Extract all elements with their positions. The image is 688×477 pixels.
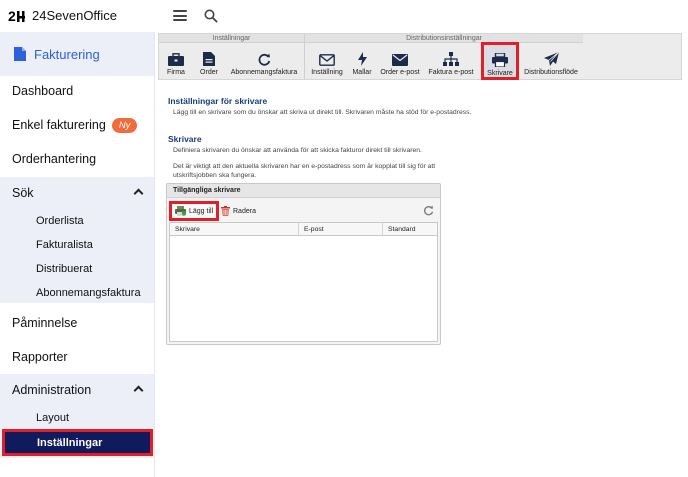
sidebar-subitem-distribuerat[interactable]: Distribuerat	[0, 257, 154, 281]
firma-button[interactable]: Firma	[163, 44, 189, 78]
printers-panel: Tillgängliga skrivare Lägg till Radera S…	[166, 183, 441, 345]
ribbon-group-distribution: Distributionsinställningar Inställning M…	[305, 34, 583, 80]
refresh-icon	[258, 53, 270, 66]
document-icon	[203, 52, 215, 66]
delete-printer-button[interactable]: Radera	[221, 204, 256, 218]
page-description: Lägg till en skrivare som du önskar att …	[173, 109, 472, 116]
sidebar-item-dashboard[interactable]: Dashboard	[0, 75, 154, 107]
column-header-standard[interactable]: Standard	[383, 223, 437, 235]
section-description: Definiera skrivaren du önskar att använd…	[173, 147, 422, 154]
logo-mark-icon: 2	[8, 9, 25, 23]
sidebar-app-label: Fakturering	[34, 46, 100, 62]
document-icon	[14, 47, 26, 61]
main-content: Inställningar för skrivare Lägg till en …	[158, 82, 688, 477]
svg-text:2: 2	[8, 9, 16, 23]
trash-icon	[221, 206, 230, 216]
abonnemangsfaktura-button[interactable]: Abonnemangsfaktura	[227, 44, 301, 78]
sidebar-item-enkel-fakturering[interactable]: Enkel fakturering Ny	[0, 109, 154, 141]
logo-text: 24SevenOffice	[32, 8, 118, 23]
panel-toolbar: Lägg till Radera	[169, 201, 438, 221]
top-bar: 2 24SevenOffice	[0, 0, 688, 32]
section-note: Det är viktigt att den aktuella skrivare…	[173, 163, 436, 179]
ribbon-toolbar: Inställningar Firma Order Abonnemangsfak…	[158, 33, 682, 80]
envelope-icon	[392, 54, 408, 66]
search-icon[interactable]	[204, 9, 218, 23]
sidebar-subitem-layout[interactable]: Layout	[0, 406, 154, 430]
briefcase-icon	[168, 53, 184, 66]
installning-button[interactable]: Inställning	[308, 44, 346, 78]
ribbon-group-title: Inställningar	[159, 34, 304, 43]
sidebar-group-sok: Sök Orderlista Fakturalista Distribuerat…	[0, 177, 154, 303]
new-badge: Ny	[111, 117, 138, 133]
ribbon-group-installningar: Inställningar Firma Order Abonnemangsfak…	[159, 34, 304, 79]
mallar-button[interactable]: Mallar	[350, 44, 374, 78]
sitemap-icon	[443, 52, 459, 66]
sidebar-item-administration[interactable]: Administration	[0, 374, 154, 406]
panel-title: Tillgängliga skrivare	[167, 184, 440, 198]
table-header: Skrivare E-post Standard	[170, 223, 437, 236]
ribbon-group-title: Distributionsinställningar	[305, 34, 583, 43]
refresh-icon[interactable]	[423, 205, 434, 216]
chevron-up-icon	[133, 188, 144, 199]
column-header-epost[interactable]: E-post	[299, 223, 383, 235]
logo[interactable]: 2 24SevenOffice	[8, 8, 117, 23]
paper-plane-icon	[543, 52, 559, 66]
sidebar-app-header[interactable]: Fakturering	[0, 32, 154, 76]
sidebar-subitem-orderlista[interactable]: Orderlista	[0, 209, 154, 233]
sidebar-subitem-abonnemangsfaktura[interactable]: Abonnemangsfaktura	[0, 281, 154, 305]
bolt-icon	[357, 52, 367, 66]
envelope-outline-icon	[319, 54, 335, 66]
sidebar-subitem-fakturalista[interactable]: Fakturalista	[0, 233, 154, 257]
faktura-epost-button[interactable]: Faktura e-post	[426, 44, 476, 78]
section-title: Skrivare	[168, 134, 202, 144]
distributionsflode-button[interactable]: Distributionsflöde	[521, 44, 581, 78]
page-title: Inställningar för skrivare	[168, 96, 268, 106]
chevron-up-icon	[133, 385, 144, 396]
order-epost-button[interactable]: Order e-post	[377, 44, 423, 78]
printer-icon	[492, 53, 508, 67]
printers-table: Skrivare E-post Standard	[169, 222, 438, 342]
add-printer-button[interactable]: Lägg till	[169, 201, 219, 221]
sidebar-item-sok[interactable]: Sök	[0, 177, 154, 209]
menu-toggle-icon[interactable]	[173, 10, 187, 21]
add-printer-icon	[175, 206, 186, 216]
sidebar-item-rapporter[interactable]: Rapporter	[0, 341, 154, 373]
order-button[interactable]: Order	[195, 44, 223, 78]
skrivare-button[interactable]: Skrivare	[481, 42, 519, 80]
sidebar-item-paminnelse[interactable]: Påminnelse	[0, 307, 154, 339]
sidebar-subitem-installningar[interactable]: Inställningar	[2, 429, 153, 456]
sidebar-item-orderhantering[interactable]: Orderhantering	[0, 143, 154, 175]
sidebar: Fakturering Dashboard Enkel fakturering …	[0, 32, 155, 477]
column-header-skrivare[interactable]: Skrivare	[170, 223, 299, 235]
